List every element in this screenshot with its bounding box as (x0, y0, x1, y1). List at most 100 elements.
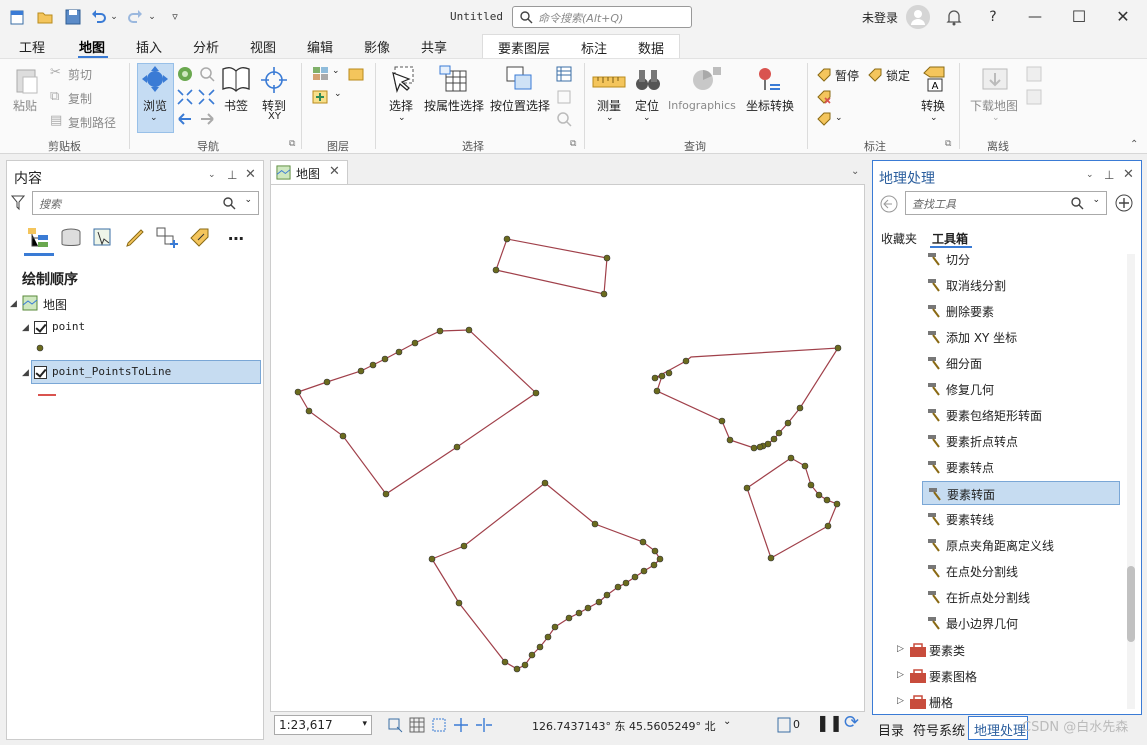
basemap-icon[interactable] (312, 66, 330, 82)
polyline-feature[interactable] (431, 482, 661, 670)
toolset-row[interactable]: ▷ 栅格 (895, 691, 1095, 713)
navigator-icon[interactable] (453, 717, 469, 733)
grid-icon[interactable] (409, 717, 425, 733)
bookmarks-label[interactable]: 书签 (224, 97, 248, 114)
undo-icon[interactable] (90, 8, 108, 26)
search-dropdown-icon[interactable]: ⌄ (1092, 195, 1100, 205)
views-dropdown-icon[interactable]: ⌄ (851, 166, 859, 177)
tool-item[interactable]: 切分 (922, 247, 1120, 271)
tool-item[interactable]: 要素转面 (922, 481, 1120, 505)
find-tools-input[interactable]: 查找工具 ⌄ (905, 191, 1107, 215)
remove-offline-icon[interactable] (1026, 89, 1042, 105)
download-map-label[interactable]: 下载地图 (970, 97, 1018, 114)
scrollbar-thumb[interactable] (1127, 566, 1135, 642)
map-canvas[interactable] (270, 184, 865, 712)
expand-toolset-icon[interactable]: ▷ (897, 696, 904, 706)
tab-feature-layer[interactable]: 要素图层 (498, 38, 550, 57)
polyline-feature[interactable] (654, 347, 840, 449)
minimize-button[interactable]: — (1024, 6, 1046, 28)
list-by-snapping-icon[interactable] (155, 226, 181, 250)
scale-selector[interactable]: 1:23,617 ▾ (274, 715, 372, 735)
clear-selection-icon[interactable] (556, 89, 572, 105)
measure-dropdown-icon[interactable]: ⌄ (606, 113, 614, 123)
add-layer-icon[interactable] (312, 89, 330, 105)
polyline-feature[interactable] (297, 329, 537, 495)
toolset-row[interactable]: ▷ 要素图格 (895, 665, 1095, 687)
coordinates-dropdown-icon[interactable]: ⌄ (723, 716, 731, 727)
label-priority-icon[interactable] (816, 111, 832, 127)
zoom-to-layer-icon[interactable] (199, 66, 215, 82)
map-features[interactable] (271, 185, 866, 713)
tab-edit[interactable]: 编辑 (307, 37, 333, 56)
list-by-selection-icon[interactable] (91, 226, 115, 250)
polyline-feature[interactable] (495, 238, 608, 295)
list-by-data-source-icon[interactable] (59, 226, 83, 250)
dialog-launcher-icon[interactable]: ⧉ (945, 139, 951, 149)
basemap-dropdown-icon[interactable]: ⌄ (332, 66, 340, 76)
select-label[interactable]: 选择 (389, 97, 413, 114)
tab-insert[interactable]: 插入 (136, 37, 162, 56)
tab-view[interactable]: 视图 (250, 37, 276, 56)
command-search-box[interactable]: 命令搜索(Alt+Q) (512, 6, 692, 28)
binoculars-icon[interactable] (633, 65, 663, 95)
dialog-launcher-icon[interactable]: ⧉ (289, 139, 295, 149)
tab-project[interactable]: 工程 (19, 37, 45, 56)
label-priority-dropdown-icon[interactable]: ⌄ (835, 113, 843, 123)
map-layer-name[interactable]: 地图 (43, 296, 67, 313)
dialog-launcher-icon[interactable]: ⧉ (570, 139, 576, 149)
tab-geoprocessing[interactable]: 地理处理 (974, 720, 1026, 739)
layer-visibility-checkbox[interactable] (34, 366, 47, 379)
pane-options-icon[interactable]: ⌄ (1086, 170, 1094, 180)
tab-labeling[interactable]: 标注 (581, 38, 607, 57)
collapse-ribbon-icon[interactable]: ⌃ (1130, 139, 1138, 150)
convert-labels-icon[interactable]: A (920, 63, 950, 95)
scale-dropdown-icon[interactable]: ▾ (362, 719, 367, 729)
pane-options-icon[interactable]: ⌄ (208, 170, 216, 180)
layer-name-points-to-line[interactable]: point_PointsToLine (52, 365, 171, 378)
list-by-labeling-icon[interactable] (188, 226, 212, 250)
customize-toolbar-icon[interactable]: ▿ (166, 6, 184, 28)
search-dropdown-icon[interactable]: ⌄ (244, 195, 252, 205)
tab-map[interactable]: 地图 (79, 37, 105, 56)
snapping-icon[interactable] (431, 717, 447, 733)
undo-dropdown-icon[interactable]: ⌄ (108, 6, 120, 28)
search-icon[interactable] (1070, 196, 1084, 210)
full-extent-icon[interactable] (177, 66, 193, 82)
download-map-icon[interactable] (980, 65, 1010, 95)
pause-label[interactable]: 暂停 (835, 67, 859, 84)
map-view-tab[interactable]: 地图 ✕ (270, 160, 348, 184)
pin-icon[interactable]: ⊥ (227, 168, 237, 182)
contents-search-input[interactable]: 搜索 ⌄ (32, 191, 259, 215)
convert-label[interactable]: 转换 (921, 97, 945, 114)
infographics-label[interactable]: Infographics (668, 99, 736, 112)
maximize-button[interactable]: ☐ (1068, 6, 1090, 28)
sync-icon[interactable] (1026, 66, 1042, 82)
download-map-dropdown-icon[interactable]: ⌄ (992, 113, 1000, 123)
tool-item[interactable]: 删除要素 (922, 299, 1120, 323)
tool-item[interactable]: 修复几何 (922, 377, 1120, 401)
list-by-drawing-order-icon[interactable] (26, 226, 52, 250)
add-layer-dropdown-icon[interactable]: ⌄ (334, 89, 342, 99)
tab-toolboxes[interactable]: 工具箱 (932, 230, 968, 247)
tab-favorites[interactable]: 收藏夹 (881, 230, 917, 247)
crosshair-icon[interactable] (259, 65, 289, 95)
notification-bell-icon[interactable] (945, 8, 963, 26)
convert-coordinates-label[interactable]: 坐标转换 (746, 97, 794, 114)
tool-item[interactable]: 要素折点转点 (922, 429, 1120, 453)
help-icon[interactable]: ? (982, 6, 1004, 28)
paste-icon[interactable] (12, 65, 42, 95)
tool-item[interactable]: 要素转点 (922, 455, 1120, 479)
paste-label[interactable]: 粘贴 (13, 97, 37, 114)
polyline-feature[interactable] (746, 457, 838, 559)
convert-dropdown-icon[interactable]: ⌄ (930, 113, 938, 123)
attributes-icon[interactable] (556, 66, 572, 82)
tool-item[interactable]: 细分面 (922, 351, 1120, 375)
select-by-location-label[interactable]: 按位置选择 (490, 97, 550, 114)
pin-icon[interactable]: ⊥ (1104, 168, 1114, 182)
list-by-editing-icon[interactable] (123, 226, 147, 250)
select-by-attributes-label[interactable]: 按属性选择 (424, 97, 484, 114)
tab-symbology[interactable]: 符号系统 (913, 720, 965, 739)
measure-label[interactable]: 测量 (597, 97, 621, 114)
sign-in-status[interactable]: 未登录 (862, 9, 898, 26)
back-arrow-icon[interactable] (879, 194, 899, 214)
